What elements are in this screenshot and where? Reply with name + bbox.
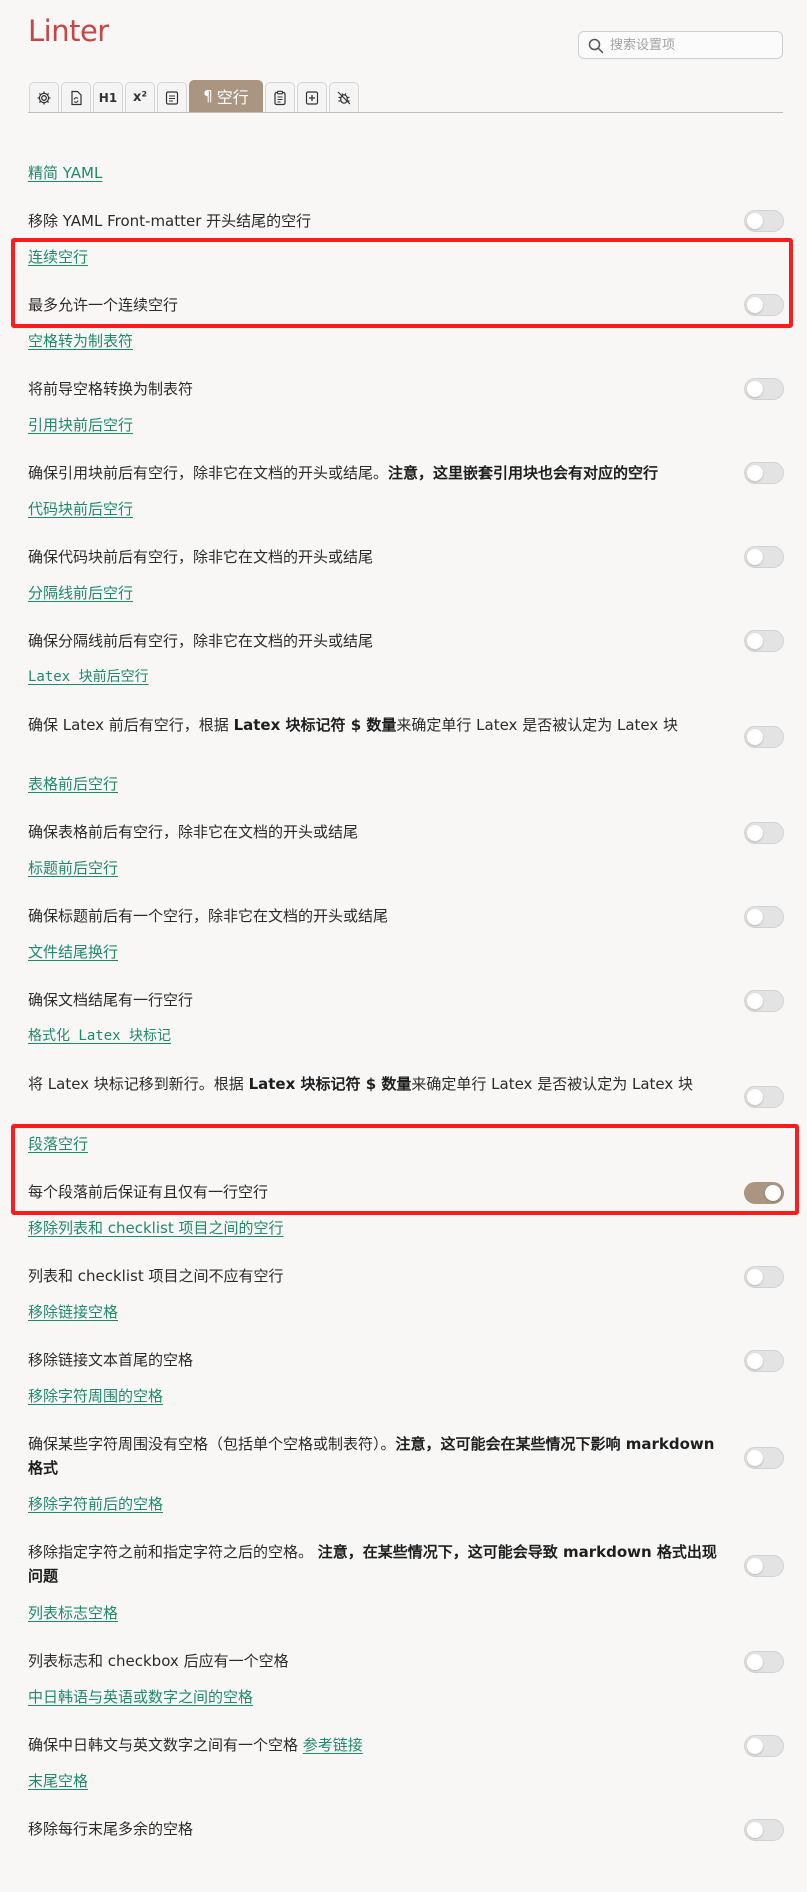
toggle-trailing-spaces[interactable] <box>744 1819 784 1841</box>
rule-title-table-blank-lines[interactable]: 表格前后空行 <box>28 773 118 795</box>
rule-desc-text: 确保 Latex 前后有空行，根据 <box>28 716 234 734</box>
rule-title-heading-blank-lines[interactable]: 标题前后空行 <box>28 857 118 879</box>
rule-desc-text: 来确定单行 Latex 是否被认定为 Latex 块 <box>396 716 679 734</box>
rule-title-trim-yaml[interactable]: 精简 YAML <box>28 162 102 184</box>
rule-desc-space-around-chars: 确保某些字符周围没有空格（包括单个空格或制表符）。注意，这可能会在某些情况下影响… <box>28 1432 728 1480</box>
toggle-remove-link-spacing[interactable] <box>744 1350 784 1372</box>
toggle-cjk-english-spacing[interactable] <box>744 1735 784 1757</box>
rule-desc-format-latex-block: 将 Latex 块标记移到新行。根据 Latex 块标记符 $ 数量来确定单行 … <box>28 1072 728 1096</box>
file-sync-icon <box>71 90 82 105</box>
settings-tab-bar: H1 x² ¶ 空行 <box>28 80 783 113</box>
rule-title-latex-blank-lines[interactable]: Latex 块前后空行 <box>28 666 149 688</box>
rule-desc-heading-blank-lines: 确保标题前后有一个空行，除非它在文档的开头或结尾 <box>28 907 389 925</box>
rule-desc-remove-list-blank-lines: 列表和 checklist 项目之间不应有空行 <box>28 1267 284 1285</box>
rule-desc-codeblock-blank-lines: 确保代码块前后有空行，除非它在文档的开头或结尾 <box>28 548 374 566</box>
rule-desc-text: 移除指定字符之前和指定字符之后的空格。 <box>28 1543 318 1561</box>
rule-title-remove-link-spacing[interactable]: 移除链接空格 <box>28 1301 118 1323</box>
toggle-paragraph-blank-lines[interactable] <box>744 1182 784 1204</box>
rule-desc-trailing-spaces: 移除每行末尾多余的空格 <box>28 1820 194 1838</box>
toggle-space-before-after-chars[interactable] <box>744 1555 784 1577</box>
toggle-hr-blank-lines[interactable] <box>744 630 784 652</box>
toggle-heading-blank-lines[interactable] <box>744 906 784 928</box>
rule-desc-consecutive-blank-lines: 最多允许一个连续空行 <box>28 296 179 314</box>
rule-desc-hr-blank-lines: 确保分隔线前后有空行，除非它在文档的开头或结尾 <box>28 632 374 650</box>
rule-title-cjk-english-spacing[interactable]: 中日韩语与英语或数字之间的空格 <box>28 1686 253 1708</box>
rule-title-remove-list-blank-lines[interactable]: 移除列表和 checklist 项目之间的空行 <box>28 1217 284 1239</box>
tab-general[interactable] <box>29 82 59 112</box>
rule-desc-emphasis: Latex 块标记符 $ 数量 <box>248 1075 412 1093</box>
rule-title-space-around-chars[interactable]: 移除字符周围的空格 <box>28 1385 163 1407</box>
gear-icon <box>37 91 51 104</box>
rule-title-spaces-to-tabs[interactable]: 空格转为制表符 <box>28 330 133 352</box>
file-plus-icon <box>305 90 319 105</box>
toggle-format-latex-block[interactable] <box>744 1086 784 1108</box>
tab-yaml[interactable] <box>61 82 91 112</box>
app-title: Linter <box>28 14 109 48</box>
clipboard-icon <box>274 90 286 105</box>
tab-debug[interactable] <box>329 82 359 112</box>
search-box[interactable] <box>578 31 783 59</box>
toggle-latex-blank-lines[interactable] <box>744 726 784 748</box>
rule-title-file-end-newline[interactable]: 文件结尾换行 <box>28 941 118 963</box>
toggle-space-around-chars[interactable] <box>744 1447 784 1469</box>
rule-desc-cjk-english-spacing: 确保中日韩文与英文数字之间有一个空格 参考链接 <box>28 1733 728 1757</box>
toggle-consecutive-blank-lines[interactable] <box>744 294 784 316</box>
rule-title-trailing-spaces[interactable]: 末尾空格 <box>28 1770 88 1792</box>
rule-desc-spaces-to-tabs: 将前导空格转换为制表符 <box>28 380 194 398</box>
toggle-remove-list-blank-lines[interactable] <box>744 1266 784 1288</box>
rule-desc-remove-link-spacing: 移除链接文本首尾的空格 <box>28 1351 194 1369</box>
tab-custom[interactable] <box>297 82 327 112</box>
heading-icon: H1 <box>98 90 118 105</box>
toggle-codeblock-blank-lines[interactable] <box>744 546 784 568</box>
rule-title-hr-blank-lines[interactable]: 分隔线前后空行 <box>28 582 133 604</box>
rule-title-space-before-after-chars[interactable]: 移除字符前后的空格 <box>28 1493 163 1515</box>
toggle-table-blank-lines[interactable] <box>744 822 784 844</box>
tab-spacing[interactable]: ¶ 空行 <box>189 80 263 112</box>
rule-desc-text: 来确定单行 Latex 是否被认定为 Latex 块 <box>411 1075 694 1093</box>
toggle-trim-yaml[interactable] <box>744 210 784 232</box>
reference-link[interactable]: 参考链接 <box>303 1736 363 1754</box>
rule-desc-paragraph-blank-lines: 每个段落前后保证有且仅有一行空行 <box>28 1183 269 1201</box>
rule-title-blockquote-blank-lines[interactable]: 引用块前后空行 <box>28 414 133 436</box>
rule-desc-list-marker-spacing: 列表标志和 checkbox 后应有一个空格 <box>28 1652 289 1670</box>
search-input[interactable] <box>610 35 775 55</box>
bug-off-icon <box>337 91 351 104</box>
rule-title-consecutive-blank-lines[interactable]: 连续空行 <box>28 246 88 268</box>
rule-title-codeblock-blank-lines[interactable]: 代码块前后空行 <box>28 498 133 520</box>
tab-footnote[interactable]: x² <box>125 82 155 112</box>
rule-desc-table-blank-lines: 确保表格前后有空行，除非它在文档的开头或结尾 <box>28 823 359 841</box>
rule-desc-blockquote-blank-lines: 确保引用块前后有空行，除非它在文档的开头或结尾。注意，这里嵌套引用块也会有对应的… <box>28 461 728 485</box>
rule-desc-file-end-newline: 确保文档结尾有一行空行 <box>28 991 194 1009</box>
rule-desc-warning: 注意，这里嵌套引用块也会有对应的空行 <box>388 464 659 482</box>
superscript-icon: x² <box>132 90 148 105</box>
toggle-blockquote-blank-lines[interactable] <box>744 462 784 484</box>
toggle-spaces-to-tabs[interactable] <box>744 378 784 400</box>
rule-desc-trim-yaml: 移除 YAML Front-matter 开头结尾的空行 <box>28 212 312 230</box>
tab-content[interactable] <box>157 82 187 112</box>
search-icon <box>588 38 604 54</box>
toggle-list-marker-spacing[interactable] <box>744 1651 784 1673</box>
tab-heading[interactable]: H1 <box>93 82 123 112</box>
rule-title-list-marker-spacing[interactable]: 列表标志空格 <box>28 1602 118 1624</box>
rule-title-paragraph-blank-lines[interactable]: 段落空行 <box>28 1133 88 1155</box>
rule-desc-text: 确保某些字符周围没有空格（包括单个空格或制表符）。 <box>28 1435 396 1453</box>
rule-desc-text: 确保中日韩文与英文数字之间有一个空格 <box>28 1736 303 1754</box>
file-text-icon <box>165 90 179 105</box>
rule-desc-emphasis: Latex 块标记符 $ 数量 <box>233 716 397 734</box>
tab-spacing-label: 空行 <box>216 88 249 107</box>
rule-title-format-latex-block[interactable]: 格式化 Latex 块标记 <box>28 1025 171 1047</box>
toggle-file-end-newline[interactable] <box>744 990 784 1012</box>
rule-desc-text: 将 Latex 块标记移到新行。根据 <box>28 1075 249 1093</box>
rule-desc-space-before-after-chars: 移除指定字符之前和指定字符之后的空格。 注意，在某些情况下，这可能会导致 mar… <box>28 1540 728 1588</box>
rule-desc-text: 确保引用块前后有空行，除非它在文档的开头或结尾。 <box>28 464 389 482</box>
tab-paste[interactable] <box>265 82 295 112</box>
pilcrow-icon: ¶ <box>203 87 213 105</box>
rule-desc-latex-blank-lines: 确保 Latex 前后有空行，根据 Latex 块标记符 $ 数量来确定单行 L… <box>28 713 728 737</box>
